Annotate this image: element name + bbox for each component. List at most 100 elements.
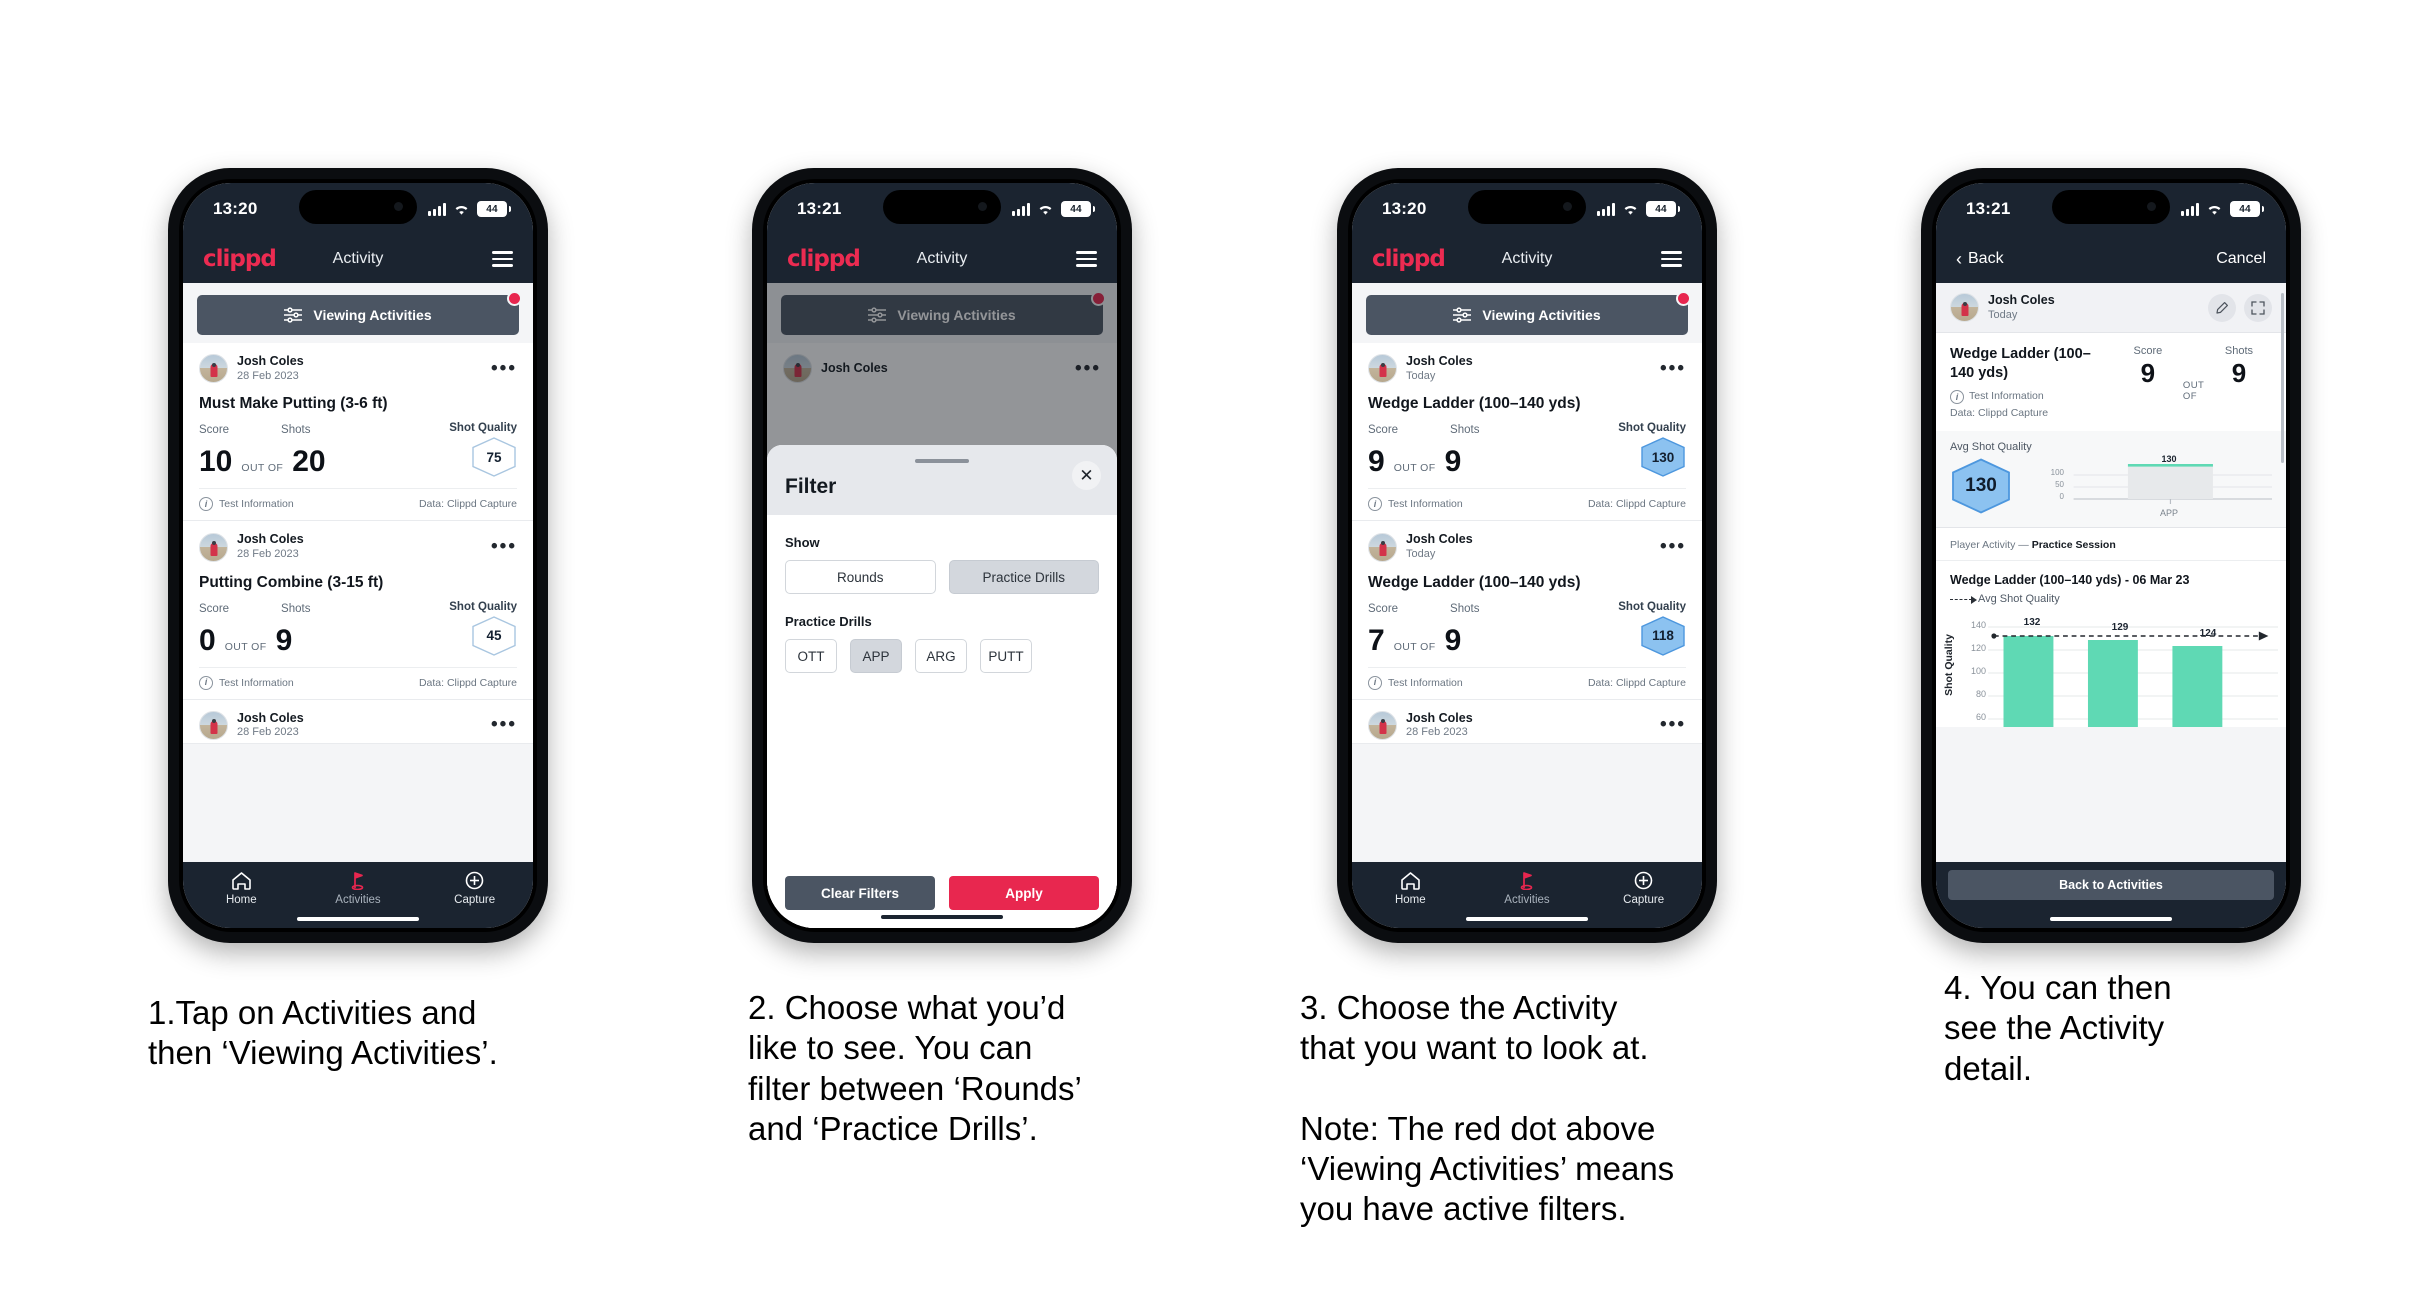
card-header: Josh Coles 28 Feb 2023 ••• <box>1368 700 1686 743</box>
shots-value: 9 <box>275 623 293 657</box>
hamburger-icon[interactable] <box>1661 251 1682 267</box>
user-name: Josh Coles <box>237 532 304 547</box>
tab-home-label: Home <box>225 894 257 906</box>
scrollbar[interactable] <box>2281 293 2284 463</box>
filter-sliders-icon <box>1453 307 1472 323</box>
activity-card[interactable]: Josh Coles Today ••• Wedge Ladder (100–1… <box>1352 521 1702 700</box>
score-values: 0 OUT OF 9 <box>199 623 293 657</box>
phone-bezel: 13:21 44 ‹ Back Cancel Josh Coles Today … <box>1932 179 2290 932</box>
card-menu-icon[interactable]: ••• <box>1660 537 1686 556</box>
score-label: Score <box>1368 424 1399 437</box>
dynamic-island <box>2052 190 2170 224</box>
test-information-label[interactable]: Test Information <box>219 677 294 689</box>
test-information-label[interactable]: Test Information <box>1388 498 1463 510</box>
clippd-logo[interactable]: clippd <box>787 246 861 272</box>
viewing-activities-label: Viewing Activities <box>313 307 432 323</box>
tab-capture[interactable]: Capture <box>1602 871 1686 906</box>
status-bar: 13:21 44 <box>1936 183 2286 235</box>
hamburger-icon[interactable] <box>492 251 513 267</box>
activity-card[interactable]: Josh Coles 28 Feb 2023 ••• <box>1352 699 1702 745</box>
back-to-activities-wrap: Back to Activities <box>1936 862 2286 928</box>
bottom-tab-bar: Home Activities Capture <box>183 862 533 928</box>
viewing-activities-button[interactable]: Viewing Activities <box>1366 295 1688 335</box>
viewing-activities-button[interactable]: Viewing Activities <box>197 295 519 335</box>
app-header: clippd Activity <box>1352 235 1702 283</box>
shot-quality-block: Shot Quality <box>449 601 517 616</box>
card-menu-icon[interactable]: ••• <box>1660 359 1686 378</box>
tab-activities[interactable]: Activities <box>1485 871 1569 906</box>
card-menu-icon[interactable]: ••• <box>491 359 517 378</box>
card-menu-icon[interactable]: ••• <box>1660 715 1686 734</box>
shot-quality-value: 75 <box>486 449 502 465</box>
section-prefix: Player Activity — <box>1950 539 2032 552</box>
detail-user-bar: Josh Coles Today <box>1936 283 2286 334</box>
close-icon[interactable]: ✕ <box>1072 461 1101 490</box>
drag-handle[interactable] <box>915 459 969 463</box>
tab-home-label: Home <box>1394 894 1426 906</box>
detail-summary: Wedge Ladder (100–140 yds) i Test Informa… <box>1936 333 2286 432</box>
user-name: Josh Coles <box>1406 532 1473 547</box>
status-indicators: 44 <box>1012 201 1095 217</box>
filter-chip-rounds[interactable]: Rounds <box>785 560 936 594</box>
hamburger-icon[interactable] <box>1076 251 1097 267</box>
card-menu-icon[interactable]: ••• <box>491 537 517 556</box>
clippd-logo[interactable]: clippd <box>1372 246 1446 272</box>
fullscreen-icon[interactable] <box>2244 293 2272 322</box>
tab-home[interactable]: Home <box>199 871 283 906</box>
data-source-label: Data: Clippd Capture <box>418 676 517 689</box>
card-stat-values: 9 OUT OF 9 130 <box>1368 428 1686 488</box>
tab-activities[interactable]: Activities <box>316 871 400 906</box>
filter-chip-arg[interactable]: ARG <box>915 639 967 673</box>
card-user: Josh Coles 28 Feb 2023 <box>1406 711 1473 740</box>
detail-shots: Shots 9 <box>2206 345 2272 390</box>
clear-filters-button[interactable]: Clear Filters <box>785 876 935 910</box>
mini-chart-ytick-0: 0 <box>2059 492 2064 502</box>
apply-button[interactable]: Apply <box>949 876 1099 910</box>
activity-card[interactable]: Josh Coles 28 Feb 2023 ••• Putting Combi… <box>183 521 533 700</box>
tab-home[interactable]: Home <box>1368 871 1452 906</box>
avatar <box>1950 293 1979 323</box>
activity-card[interactable]: Josh Coles 28 Feb 2023 ••• Must Make Put… <box>183 343 533 522</box>
app-header: clippd Activity <box>767 235 1117 283</box>
status-bar: 13:20 44 <box>1352 183 1702 235</box>
cancel-button[interactable]: Cancel <box>2216 250 2266 268</box>
ytick-140: 140 <box>1970 620 1986 631</box>
shot-quality-bar-chart: 140 120 100 80 60 Shot Quality 132 129 1… <box>1943 609 2278 728</box>
status-indicators: 44 <box>1597 201 1680 217</box>
card-header: Josh Coles 28 Feb 2023 ••• <box>199 521 517 564</box>
activity-card[interactable]: Josh Coles 28 Feb 2023 ••• <box>183 699 533 745</box>
cellular-signal-icon <box>2181 202 2199 216</box>
detail-scroll-area[interactable]: Josh Coles Today Wedge Ladder (100–140 y… <box>1936 283 2286 862</box>
back-button[interactable]: ‹ Back <box>1956 250 2004 268</box>
shot-quality-block: Shot Quality <box>449 422 517 437</box>
back-to-activities-button[interactable]: Back to Activities <box>1948 870 2274 900</box>
ytick-60: 60 <box>1975 712 1986 723</box>
app-body: Viewing Activities Josh Coles Today ••• … <box>1352 283 1702 862</box>
activity-card[interactable]: Josh Coles Today ••• Wedge Ladder (100–1… <box>1352 343 1702 522</box>
filter-chip-putt[interactable]: PUTT <box>980 639 1032 673</box>
user-date: Today <box>1406 369 1436 382</box>
clippd-logo[interactable]: clippd <box>203 246 277 272</box>
tab-capture[interactable]: Capture <box>433 871 517 906</box>
filter-chip-ott[interactable]: OTT <box>785 639 837 673</box>
card-user: Josh Coles 28 Feb 2023 <box>237 711 304 740</box>
activity-title: Putting Combine (3-15 ft) <box>199 573 384 591</box>
shots-value: 20 <box>292 445 326 479</box>
user-date: 28 Feb 2023 <box>237 726 299 739</box>
section-header: Player Activity — Practice Session <box>1936 528 2286 562</box>
filter-chip-practice-drills[interactable]: Practice Drills <box>948 560 1099 594</box>
filter-chip-app[interactable]: APP <box>850 639 902 673</box>
test-information-label[interactable]: Test Information <box>1969 389 2044 405</box>
status-time: 13:21 <box>797 199 842 218</box>
status-indicators: 44 <box>2181 201 2264 217</box>
test-information-label[interactable]: Test Information <box>1388 677 1463 689</box>
card-menu-icon[interactable]: ••• <box>491 715 517 734</box>
pencil-icon[interactable] <box>2208 293 2236 322</box>
user-date: 28 Feb 2023 <box>1406 726 1468 739</box>
score-value: 9 <box>2140 358 2156 389</box>
card-stat-values: 7 OUT OF 9 118 <box>1368 607 1686 667</box>
activity-card-list: Josh Coles 28 Feb 2023 ••• Must Make Put… <box>183 343 533 745</box>
test-information-label[interactable]: Test Information <box>219 498 294 510</box>
user-name: Josh Coles <box>237 710 304 725</box>
card-user: Josh Coles Today <box>1406 532 1473 561</box>
